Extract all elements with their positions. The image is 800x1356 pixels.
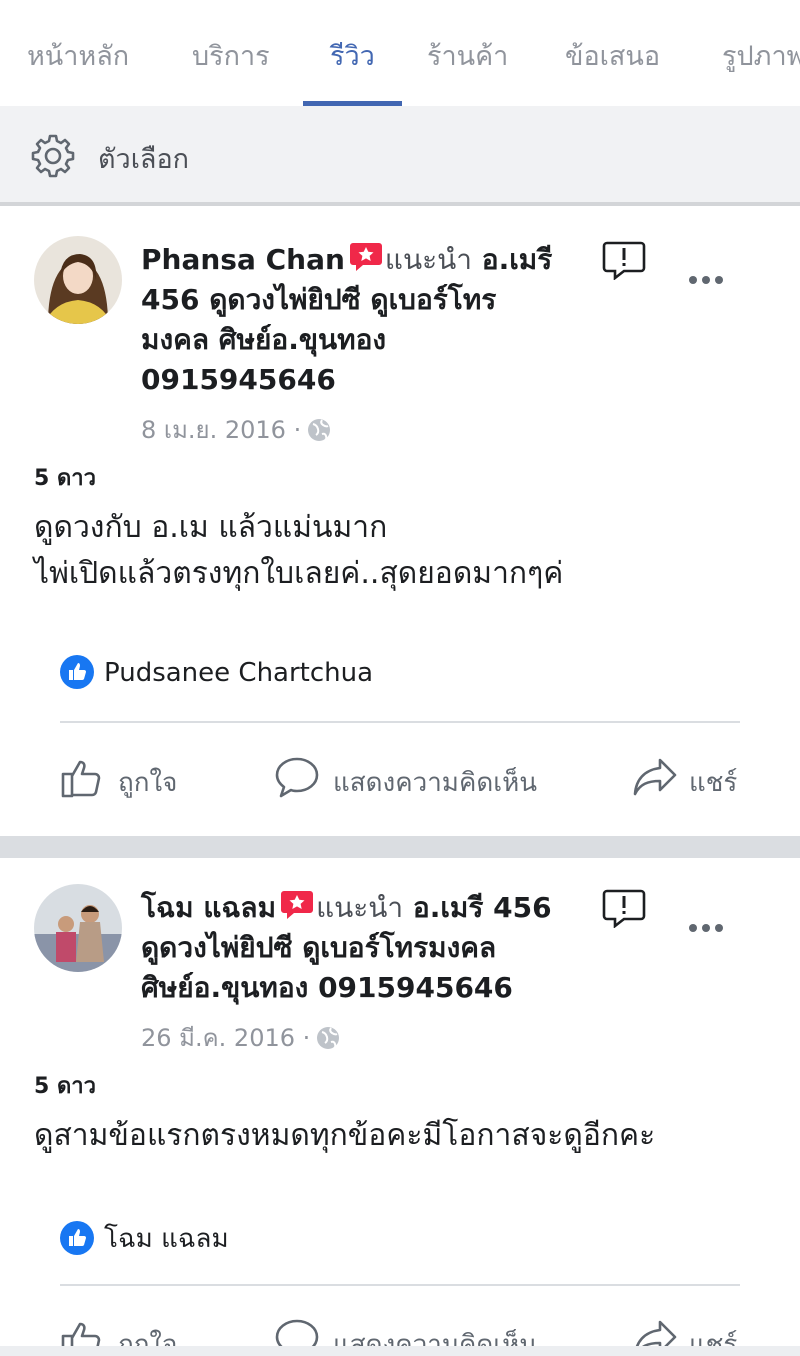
avatar[interactable] — [34, 236, 122, 324]
more-options-icon[interactable] — [688, 274, 724, 286]
like-reaction-icon — [60, 1221, 94, 1255]
globe-icon — [317, 1027, 340, 1049]
share-icon — [633, 758, 677, 796]
divider — [60, 721, 740, 723]
gear-icon — [31, 134, 75, 178]
page-name-line3[interactable]: มงคล ศิษย์อ.ขุนทอง — [141, 323, 386, 356]
recommend-badge-icon — [281, 891, 314, 919]
tab-services[interactable]: บริการ — [192, 34, 270, 77]
more-options-icon[interactable] — [688, 922, 724, 934]
like-summary[interactable]: โฉม แฉลม — [60, 1218, 229, 1259]
review-header: Phansa Chan แนะนำ อ.เมรี 456 ดูดวงไพ่ยิปซ… — [141, 240, 552, 400]
review-date[interactable]: 26 มี.ค. 2016 · — [141, 1024, 310, 1052]
review-date[interactable]: 8 เม.ย. 2016 · — [141, 416, 301, 444]
bottom-edge — [0, 1346, 800, 1356]
tab-photos[interactable]: รูปภาพ — [722, 34, 800, 77]
divider — [60, 1284, 740, 1286]
liker-name: โฉม แฉลม — [104, 1224, 229, 1254]
like-reaction-icon — [60, 655, 94, 689]
recommend-badge-icon — [349, 243, 382, 271]
comment-label: แสดงความคิดเห็น — [333, 768, 538, 798]
page-name-line3[interactable]: ศิษย์อ.ขุนทอง 0915945646 — [141, 971, 513, 1004]
report-icon[interactable] — [602, 240, 646, 280]
author-name[interactable]: โฉม แฉลม — [141, 891, 276, 924]
review-header: โฉม แฉลม แนะนำ อ.เมรี 456 ดูดวงไพ่ยิปซี ด… — [141, 888, 552, 1008]
review-card: Phansa Chan แนะนำ อ.เมรี 456 ดูดวงไพ่ยิปซ… — [0, 210, 800, 836]
thumbs-up-icon — [61, 760, 101, 798]
review-text: ดูสามข้อแรกตรงหมดทุกข้อคะมีโอกาสจะดูอีกค… — [34, 1113, 655, 1159]
page-name-line1[interactable]: อ.เมรี — [482, 243, 553, 276]
rating-label: 5 ดาว — [34, 1074, 96, 1099]
recommends-text: แนะนำ — [316, 891, 404, 924]
review-text-line1: ดูสามข้อแรกตรงหมดทุกข้อคะมีโอกาสจะดูอีกค… — [34, 1118, 656, 1153]
review-meta: 8 เม.ย. 2016 · — [141, 410, 331, 449]
avatar[interactable] — [34, 884, 122, 972]
share-label: แชร์ — [689, 768, 738, 798]
tab-shop[interactable]: ร้านค้า — [427, 34, 508, 77]
page-name-line1[interactable]: อ.เมรี 456 — [413, 891, 552, 924]
page-name-line2[interactable]: ดูดวงไพ่ยิปซี ดูเบอร์โทรมงคล — [141, 931, 496, 964]
recommends-text: แนะนำ — [384, 243, 472, 276]
comment-icon — [275, 757, 319, 798]
page-name-line4[interactable]: 0915945646 — [141, 363, 336, 396]
page-tabs: หน้าหลัก บริการ รีวิว ร้านค้า ข้อเสนอ รู… — [0, 0, 800, 106]
review-text-line2: ไพ่เปิดแล้วตรงทุกใบเลยค่..สุดยอดมากๆค่ — [34, 556, 564, 591]
page-name-line2[interactable]: 456 ดูดวงไพ่ยิปซี ดูเบอร์โทร — [141, 283, 496, 316]
card-separator — [0, 836, 800, 858]
liker-name: Pudsanee Chartchua — [104, 658, 374, 688]
options-label: ตัวเลือก — [98, 144, 190, 175]
tab-reviews[interactable]: รีวิว — [330, 34, 375, 77]
tab-home[interactable]: หน้าหลัก — [27, 34, 129, 77]
tab-offers[interactable]: ข้อเสนอ — [565, 34, 660, 77]
like-summary[interactable]: Pudsanee Chartchua — [60, 655, 373, 689]
review-text-line1: ดูดวงกับ อ.เม แล้วแม่นมาก — [34, 510, 388, 545]
author-name[interactable]: Phansa Chan — [141, 243, 345, 276]
globe-icon — [308, 419, 331, 441]
like-label: ถูกใจ — [118, 768, 178, 798]
review-card: โฉม แฉลม แนะนำ อ.เมรี 456 ดูดวงไพ่ยิปซี ด… — [0, 858, 800, 1356]
options-bar[interactable]: ตัวเลือก — [0, 106, 800, 206]
report-icon[interactable] — [602, 888, 646, 928]
review-text: ดูดวงกับ อ.เม แล้วแม่นมาก ไพ่เปิดแล้วตรง… — [34, 505, 563, 597]
review-meta: 26 มี.ค. 2016 · — [141, 1018, 340, 1057]
rating-label: 5 ดาว — [34, 466, 96, 491]
